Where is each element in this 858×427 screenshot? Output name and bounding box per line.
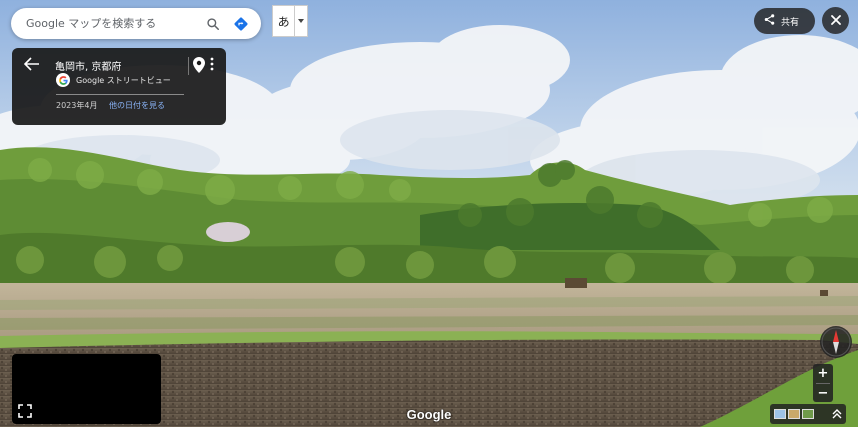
compass-icon[interactable]: [820, 326, 852, 358]
zoom-in-button[interactable]: +: [813, 364, 833, 383]
place-title: 亀岡市, 京都府: [55, 62, 122, 73]
search-icon[interactable]: [201, 12, 225, 36]
google-logo-icon: [56, 73, 70, 87]
search-input[interactable]: [26, 8, 197, 39]
photo-strip: [770, 404, 846, 424]
back-arrow-icon[interactable]: [23, 57, 44, 73]
search-box: [11, 8, 261, 39]
zoom-out-button[interactable]: −: [813, 384, 833, 403]
more-options-icon[interactable]: [210, 57, 220, 73]
input-mode-button[interactable]: あ: [273, 13, 294, 30]
photo-thumbnail[interactable]: [802, 409, 814, 419]
google-watermark: Google: [406, 407, 452, 422]
card-divider: [188, 57, 189, 75]
close-button[interactable]: [822, 7, 849, 34]
provider-row: Google ストリートビュー: [56, 73, 171, 87]
street-view-info-card: 亀岡市, 京都府 Google ストリートビュー 2023年4月 他の日付を見る: [12, 48, 226, 125]
photo-thumbnail[interactable]: [774, 409, 786, 419]
other-dates-link[interactable]: 他の日付を見る: [109, 100, 165, 111]
directions-icon[interactable]: [229, 12, 253, 36]
share-button[interactable]: 共有: [754, 8, 815, 34]
input-tool-selector: あ: [272, 5, 308, 37]
capture-date: 2023年4月: [56, 101, 98, 110]
expand-photos-icon[interactable]: [830, 407, 844, 421]
card-divider-horizontal: [56, 94, 184, 95]
close-icon: [830, 12, 841, 30]
share-label: 共有: [781, 17, 800, 28]
provider-label: Google ストリートビュー: [76, 75, 171, 85]
location-pin-icon[interactable]: [193, 57, 207, 73]
dropdown-arrow-icon[interactable]: [294, 6, 307, 36]
zoom-controls: + −: [813, 364, 833, 402]
share-icon: [764, 12, 775, 30]
photo-thumbnail[interactable]: [788, 409, 800, 419]
